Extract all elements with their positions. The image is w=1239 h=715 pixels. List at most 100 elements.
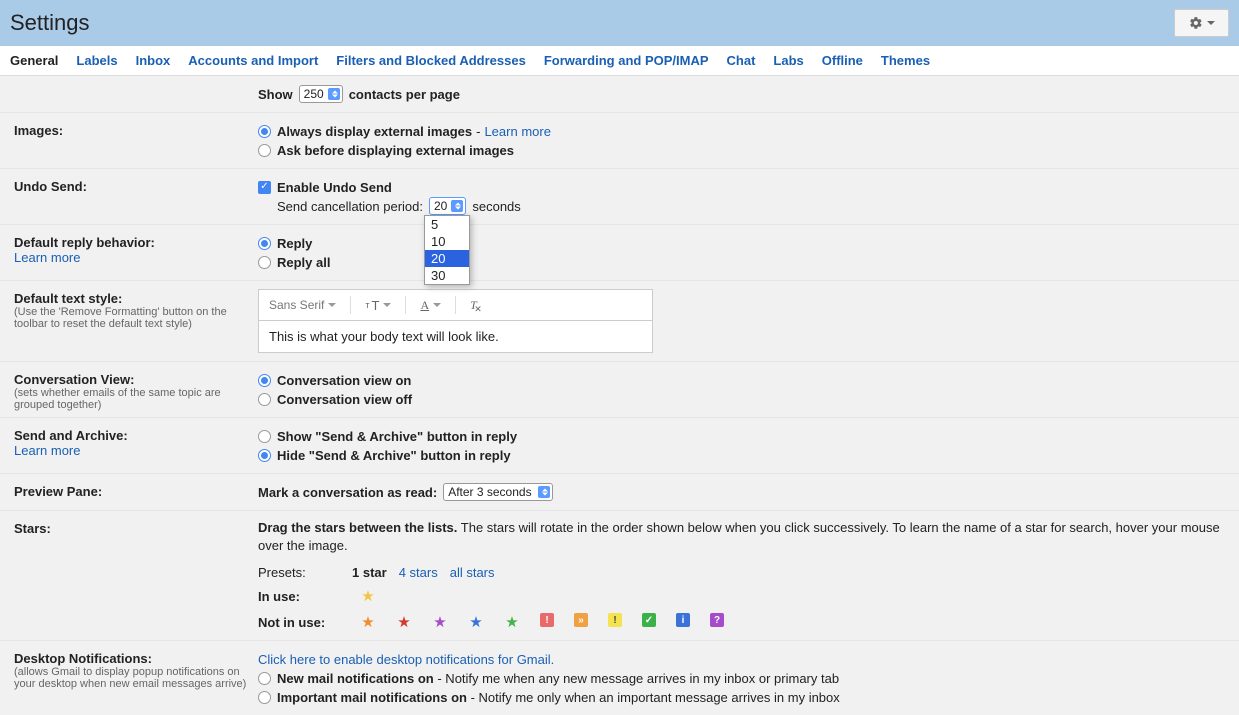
desktop-new-mail-rest: - Notify me when any new message arrives… [434, 671, 839, 686]
caret-down-icon [328, 303, 336, 307]
remove-formatting-button[interactable]: T✕ [470, 298, 477, 313]
star-yellow-icon[interactable]: ★ [360, 587, 376, 605]
tab-offline[interactable]: Offline [822, 53, 863, 68]
contacts-per-page-select[interactable]: 250 [299, 85, 343, 103]
settings-header: Settings [0, 0, 1239, 46]
undo-title: Undo Send: [14, 179, 87, 194]
purple-question-icon[interactable]: ? [710, 613, 724, 627]
tab-themes[interactable]: Themes [881, 53, 930, 68]
desktop-enable-link[interactable]: Click here to enable desktop notificatio… [258, 652, 554, 667]
star-purple-icon[interactable]: ★ [432, 613, 448, 631]
section-text-style: Default text style: (Use the 'Remove For… [0, 281, 1239, 362]
images-always-label: Always display external images [277, 124, 472, 139]
tab-general[interactable]: General [10, 53, 58, 68]
preview-title: Preview Pane: [14, 484, 102, 499]
section-conversation: Conversation View: (sets whether emails … [0, 362, 1239, 418]
stars-preset-4[interactable]: 4 stars [399, 565, 438, 580]
tab-forwarding[interactable]: Forwarding and POP/IMAP [544, 53, 709, 68]
caret-down-icon [1207, 21, 1215, 25]
sendarchive-learn-more[interactable]: Learn more [14, 443, 258, 458]
yellow-bang-icon[interactable]: ! [608, 613, 622, 627]
images-learn-more[interactable]: Learn more [484, 124, 550, 139]
orange-guillemet-icon[interactable]: » [574, 613, 588, 627]
reply-all-radio[interactable] [258, 256, 271, 269]
show-send-archive-radio[interactable] [258, 430, 271, 443]
conversation-off-radio[interactable] [258, 393, 271, 406]
caret-down-icon [383, 303, 391, 307]
desktop-important-mail-rest: - Notify me only when an important messa… [467, 690, 840, 705]
conversation-on-radio[interactable] [258, 374, 271, 387]
contacts-show-label: Show [258, 87, 293, 102]
blue-info-icon[interactable]: i [676, 613, 690, 627]
star-green-icon[interactable]: ★ [504, 613, 520, 631]
tab-filters[interactable]: Filters and Blocked Addresses [336, 53, 526, 68]
section-images: Images: Always display external images -… [0, 113, 1239, 169]
page-title: Settings [10, 10, 90, 36]
tab-labs[interactable]: Labs [773, 53, 803, 68]
tab-accounts[interactable]: Accounts and Import [188, 53, 318, 68]
reply-all-label: Reply all [277, 255, 330, 270]
star-orange-icon[interactable]: ★ [360, 613, 376, 631]
red-bang-icon[interactable]: ! [540, 613, 554, 627]
textstyle-preview: This is what your body text will look li… [259, 321, 652, 352]
text-color-select[interactable]: A [420, 298, 441, 313]
images-ask-radio[interactable] [258, 144, 271, 157]
caret-down-icon [433, 303, 441, 307]
stars-presets-label: Presets: [258, 565, 340, 580]
images-title: Images: [14, 123, 63, 138]
textstyle-sub: (Use the 'Remove Formatting' button on t… [14, 306, 258, 330]
conversation-on-label: Conversation view on [277, 373, 411, 388]
font-size-select[interactable]: тT [365, 298, 391, 313]
conversation-off-label: Conversation view off [277, 392, 412, 407]
undo-period-dropdown: 5 10 20 30 [424, 215, 470, 285]
textstyle-box: Sans Serif тT A T✕ [258, 289, 653, 353]
desktop-important-mail-bold: Important mail notifications on [277, 690, 467, 705]
gear-button[interactable] [1174, 9, 1229, 37]
preview-mark-read-select[interactable]: After 3 seconds [443, 483, 553, 501]
reply-learn-more[interactable]: Learn more [14, 250, 258, 265]
tab-inbox[interactable]: Inbox [136, 53, 171, 68]
conversation-sub: (sets whether emails of the same topic a… [14, 387, 258, 411]
section-undo-send: Undo Send: Enable Undo Send Send cancell… [0, 169, 1239, 225]
hide-send-archive-radio[interactable] [258, 449, 271, 462]
textstyle-toolbar: Sans Serif тT A T✕ [259, 290, 652, 321]
stars-in-use-label: In use: [258, 589, 340, 604]
star-red-icon[interactable]: ★ [396, 613, 412, 631]
hide-send-archive-label: Hide "Send & Archive" button in reply [277, 448, 511, 463]
star-blue-icon[interactable]: ★ [468, 613, 484, 631]
undo-period-suffix: seconds [472, 199, 520, 214]
desktop-new-mail-bold: New mail notifications on [277, 671, 434, 686]
green-check-icon[interactable]: ✓ [642, 613, 656, 627]
show-send-archive-label: Show "Send & Archive" button in reply [277, 429, 517, 444]
tab-labels[interactable]: Labels [76, 53, 117, 68]
reply-label: Reply [277, 236, 312, 251]
images-always-radio[interactable] [258, 125, 271, 138]
stars-preset-1[interactable]: 1 star [352, 565, 387, 580]
undo-period-select[interactable]: 20 [429, 197, 466, 215]
desktop-sub: (allows Gmail to display popup notificat… [14, 666, 258, 690]
undo-option-30[interactable]: 30 [425, 267, 469, 284]
desktop-new-mail-radio[interactable] [258, 672, 271, 685]
font-family-select[interactable]: Sans Serif [269, 298, 336, 312]
tabbar: General Labels Inbox Accounts and Import… [0, 46, 1239, 76]
undo-enable-label: Enable Undo Send [277, 180, 392, 195]
desktop-important-mail-radio[interactable] [258, 691, 271, 704]
reply-radio[interactable] [258, 237, 271, 250]
section-desktop-notifications: Desktop Notifications: (allows Gmail to … [0, 641, 1239, 715]
stars-drag-bold: Drag the stars between the lists. [258, 520, 457, 535]
tab-chat[interactable]: Chat [727, 53, 756, 68]
undo-option-20[interactable]: 20 [425, 250, 469, 267]
undo-option-5[interactable]: 5 [425, 216, 469, 233]
stars-preset-all[interactable]: all stars [450, 565, 495, 580]
undo-option-10[interactable]: 10 [425, 233, 469, 250]
section-send-archive: Send and Archive: Learn more Show "Send … [0, 418, 1239, 474]
stars-not-in-use-label: Not in use: [258, 615, 340, 630]
section-stars: Stars: Drag the stars between the lists.… [0, 511, 1239, 641]
sendarchive-title: Send and Archive: [14, 428, 258, 443]
undo-enable-checkbox[interactable] [258, 181, 271, 194]
contacts-suffix: contacts per page [349, 87, 460, 102]
images-ask-label: Ask before displaying external images [277, 143, 514, 158]
section-contacts: Show 250 contacts per page [0, 76, 1239, 113]
undo-period-label: Send cancellation period: [277, 199, 423, 214]
textstyle-title: Default text style: [14, 291, 258, 306]
